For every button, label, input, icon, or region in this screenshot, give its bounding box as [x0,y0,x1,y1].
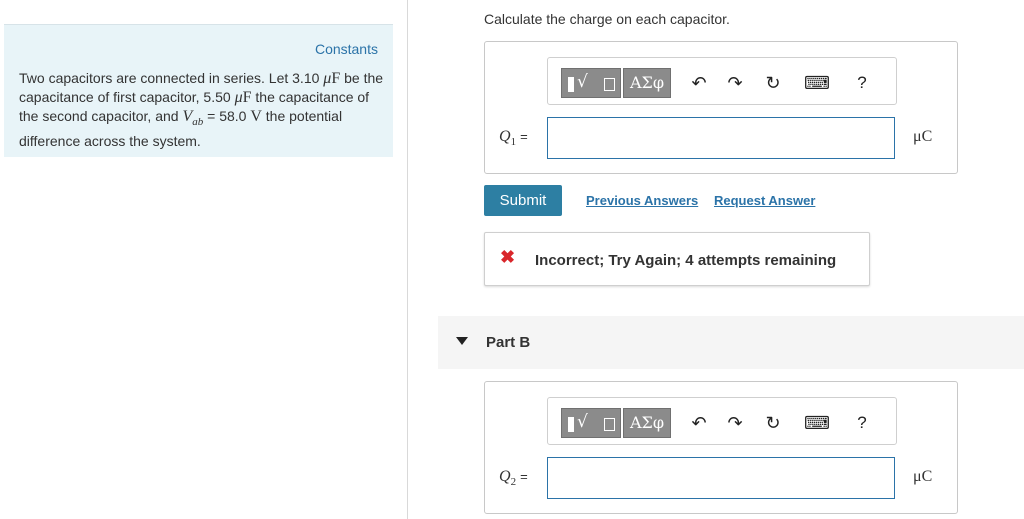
help-icon[interactable]: ? [849,410,875,436]
unit-label-uc: μC [913,128,933,145]
box-icon [604,78,615,91]
request-answer-link[interactable]: Request Answer [714,193,815,208]
feedback-box: ✖ Incorrect; Try Again; 4 attempts remai… [484,232,870,286]
variable-v-subscript: ab [192,115,204,128]
greek-symbols-button[interactable]: ΑΣφ [623,68,671,98]
answer-input-q1[interactable] [547,117,895,159]
unit-f-1: F [331,70,341,87]
part-b-header[interactable]: Part B [438,316,1024,369]
variable-q-subscript: 1 [510,136,517,149]
equals-sign: = [520,469,528,484]
keyboard-icon[interactable]: ⌨ [804,70,830,96]
question-text: Calculate the charge on each capacitor. [484,11,730,27]
problem-text-1: Two capacitors are connected in series. … [19,70,324,86]
greek-symbols-button[interactable]: ΑΣφ [623,408,671,438]
undo-icon[interactable]: ↶ [686,70,712,96]
submit-button[interactable]: Submit [484,185,562,216]
unit-mu-2: μ [234,89,243,106]
redo-icon[interactable]: ↷ [722,410,748,436]
problem-statement: Two capacitors are connected in series. … [19,69,385,151]
templates-button[interactable]: √ [561,408,621,438]
feedback-message: Incorrect; Try Again; 4 attempts remaini… [535,252,837,269]
unit-label-uc: μC [913,468,933,485]
answer-box-part-a: √ ΑΣφ ↶ ↷ ↻ ⌨ ? Q1 = μC [484,41,958,174]
constants-link[interactable]: Constants [315,41,378,57]
variable-q: Q [499,128,511,145]
box-icon [604,418,615,431]
undo-icon[interactable]: ↶ [686,410,712,436]
template-bar-icon [568,417,574,432]
sqrt-icon: √ [577,72,588,92]
part-b-title: Part B [486,334,531,351]
answer-box-part-b: √ ΑΣφ ↶ ↷ ↻ ⌨ ? Q2 = μC [484,381,958,514]
variable-label-q1: Q1 = [499,128,528,148]
math-toolbar: √ ΑΣφ ↶ ↷ ↻ ⌨ ? [547,397,897,445]
variable-label-q2: Q2 = [499,468,528,488]
left-panel: Constants Two capacitors are connected i… [0,0,408,519]
incorrect-icon: ✖ [500,247,516,267]
variable-q-subscript: 2 [510,476,517,489]
sqrt-icon: √ [577,412,588,432]
equals-sign: = [520,129,528,144]
previous-answers-link[interactable]: Previous Answers [586,193,698,208]
redo-icon[interactable]: ↷ [722,70,748,96]
unit-v: V [250,108,262,125]
problem-text-4: = 58.0 [203,108,251,124]
keyboard-icon[interactable]: ⌨ [804,410,830,436]
collapse-caret-icon[interactable] [456,337,468,345]
help-icon[interactable]: ? [849,70,875,96]
reset-icon[interactable]: ↻ [760,70,786,96]
templates-button[interactable]: √ [561,68,621,98]
template-bar-icon [568,77,574,92]
constants-box: Constants Two capacitors are connected i… [4,24,393,157]
variable-v: V [182,108,193,125]
math-toolbar: √ ΑΣφ ↶ ↷ ↻ ⌨ ? [547,57,897,105]
variable-q: Q [499,468,511,485]
unit-f-2: F [242,89,252,106]
answer-input-q2[interactable] [547,457,895,499]
reset-icon[interactable]: ↻ [760,410,786,436]
